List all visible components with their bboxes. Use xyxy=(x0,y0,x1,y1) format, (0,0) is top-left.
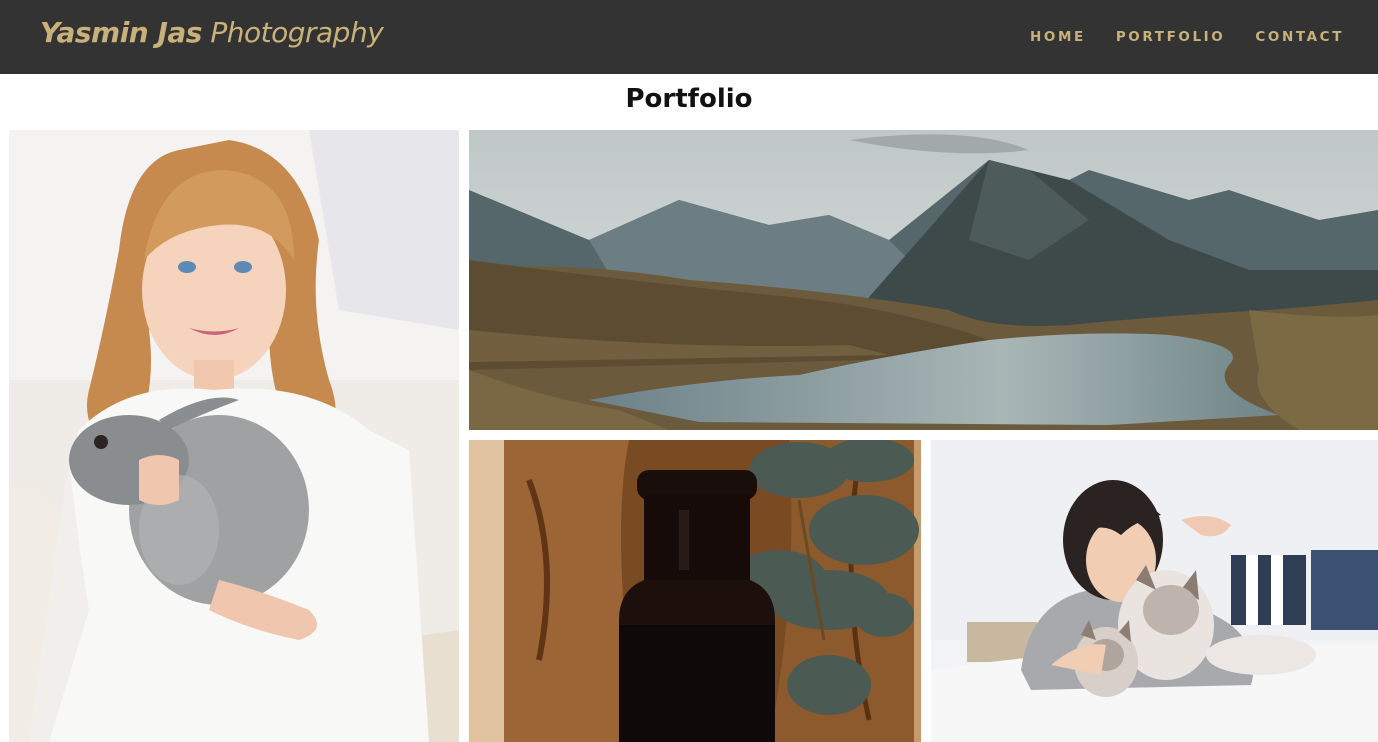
photo-woman-with-cats[interactable] xyxy=(931,440,1378,742)
page-title: Portfolio xyxy=(625,84,753,114)
navbar: Yasmin Jas Photography HOME PORTFOLIO CO… xyxy=(0,0,1378,74)
photo-mountain-lake[interactable] xyxy=(469,130,1378,430)
brand-logo[interactable]: Yasmin Jas Photography xyxy=(40,16,384,49)
photo-girl-with-rabbit[interactable] xyxy=(9,130,459,742)
nav-link-contact[interactable]: CONTACT xyxy=(1255,29,1344,45)
nav-menu: HOME PORTFOLIO CONTACT xyxy=(1030,29,1344,45)
brand-name-rest: Photography xyxy=(201,16,384,49)
nav-link-portfolio[interactable]: PORTFOLIO xyxy=(1116,29,1226,45)
nav-link-home[interactable]: HOME xyxy=(1030,29,1086,45)
photo-bottle-still-life[interactable] xyxy=(469,440,921,742)
brand-name-bold: Yasmin Jas xyxy=(40,16,202,49)
